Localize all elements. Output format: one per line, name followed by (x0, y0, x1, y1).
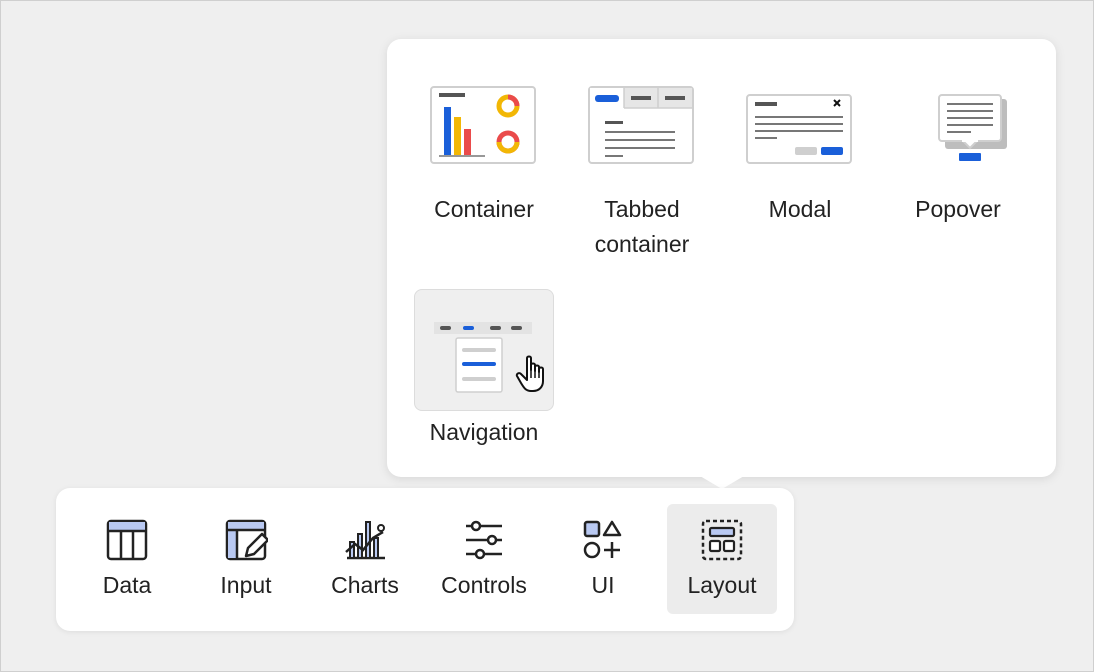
toolbar-button-ui[interactable]: UI (548, 504, 658, 614)
layout-item-popover[interactable]: Popover (888, 66, 1028, 227)
hand-cursor-icon (515, 355, 544, 392)
popover-icon (938, 94, 1007, 161)
container-thumbnail (414, 66, 554, 188)
layout-popover: Container Tabbed container Modal Popover… (387, 39, 1056, 477)
layout-icon (701, 519, 743, 561)
toolbar-button-input[interactable]: Input (191, 504, 301, 614)
toolbar-button-layout[interactable]: Layout (667, 504, 777, 614)
toolbar-label: UI (591, 572, 615, 598)
input-edit-icon (225, 519, 268, 561)
layout-item-label: Popover (915, 196, 1001, 222)
sliders-icon (466, 520, 502, 560)
layout-item-label: Tabbed container (594, 196, 690, 257)
tabbed-container-thumbnail (572, 66, 712, 188)
layout-item-label: Container (434, 196, 534, 222)
component-toolbar: Data Input Charts Controls UI Layout (56, 488, 794, 631)
layout-item-label: Modal (768, 196, 832, 222)
modal-thumbnail (730, 66, 870, 188)
toolbar-button-data[interactable]: Data (72, 504, 182, 614)
toolbar-button-charts[interactable]: Charts (310, 504, 420, 614)
layout-item-modal[interactable]: Modal (730, 66, 870, 227)
charts-icon (345, 521, 385, 560)
popover-thumbnail (888, 66, 1028, 188)
tabbed-container-icon (588, 86, 694, 164)
toolbar-label: Data (102, 572, 152, 598)
table-icon (106, 519, 148, 561)
toolbar-label: Charts (331, 572, 399, 598)
container-icon (430, 86, 536, 164)
shapes-icon (583, 520, 622, 559)
layout-item-container[interactable]: Container (414, 66, 554, 227)
toolbar-label: Layout (687, 572, 757, 598)
toolbar-label: Input (220, 572, 272, 598)
modal-icon (746, 94, 852, 164)
layout-item-tabbed-container[interactable]: Tabbed container (572, 66, 712, 262)
layout-item-label: Navigation (429, 419, 539, 445)
toolbar-button-controls[interactable]: Controls (429, 504, 539, 614)
toolbar-label: Controls (441, 572, 527, 598)
